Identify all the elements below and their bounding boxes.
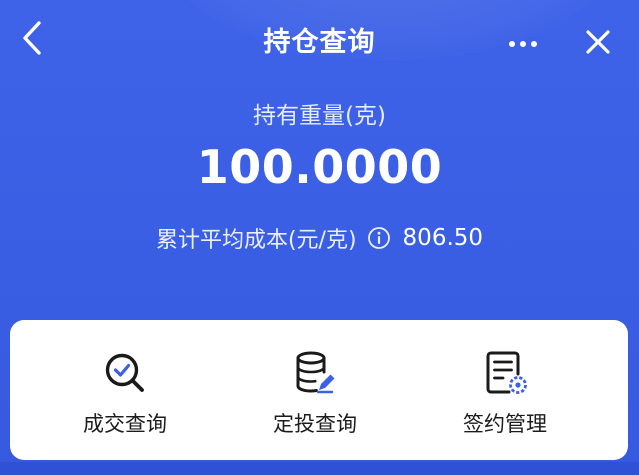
document-settings-icon <box>482 350 528 396</box>
holding-weight-label: 持有重量(克) <box>253 103 386 129</box>
fixed-investment-query-button[interactable]: 定投查询 <box>230 320 400 460</box>
bottom-strip <box>0 462 639 475</box>
coin-stack-edit-icon <box>292 350 338 396</box>
average-cost-row: 累计平均成本(元/克) 806.50 <box>0 222 639 254</box>
holding-weight-value: 100.0000 <box>196 140 443 194</box>
trade-query-button[interactable]: 成交查询 <box>40 320 210 460</box>
search-check-icon <box>102 350 148 396</box>
navbar: 持仓查询 <box>0 0 639 80</box>
fixed-investment-query-label: 定投查询 <box>273 412 357 436</box>
more-horizontal-icon <box>508 33 538 52</box>
quick-actions-card: 成交查询 定投查询 签约管理 <box>10 320 628 460</box>
more-button[interactable] <box>500 22 546 62</box>
contract-management-label: 签约管理 <box>463 412 547 436</box>
info-icon[interactable] <box>367 226 391 250</box>
average-cost-label: 累计平均成本(元/克) <box>155 228 357 253</box>
close-button[interactable] <box>576 22 620 66</box>
trade-query-label: 成交查询 <box>83 412 167 436</box>
close-icon <box>585 29 611 59</box>
contract-management-button[interactable]: 签约管理 <box>420 320 590 460</box>
holdings-screen: 持仓查询 持有重量(克) 100.0000 累计平均成本(元/克) 806.50… <box>0 0 639 475</box>
average-cost-value: 806.50 <box>402 225 484 251</box>
